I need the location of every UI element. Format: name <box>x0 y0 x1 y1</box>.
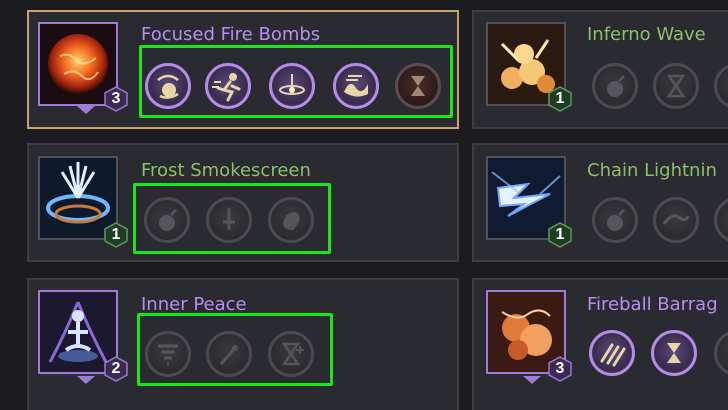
skill-title: Inferno Wave <box>587 24 706 45</box>
skill-level-badge: 3 <box>104 86 128 112</box>
highlight-box <box>133 183 331 254</box>
bomb-icon <box>607 209 625 231</box>
bomb-icon <box>607 75 625 97</box>
hourglass-icon <box>666 74 686 98</box>
skill-level-badge: 1 <box>104 222 128 248</box>
upgrade-node-wave[interactable] <box>653 197 699 243</box>
upgrade-node-hourglass[interactable] <box>651 330 697 376</box>
upgrade-node-triple-dart[interactable] <box>589 330 635 376</box>
upgrade-node-hourglass[interactable] <box>653 63 699 109</box>
skill-level-badge: 1 <box>548 222 572 248</box>
upgrade-node-bomb[interactable] <box>592 197 638 243</box>
selection-notch <box>77 106 95 114</box>
skill-title: Chain Lightnin <box>587 160 717 181</box>
skill-title: Focused Fire Bombs <box>141 24 321 45</box>
skill-title: Fireball Barrag <box>587 294 718 315</box>
hourglass-icon <box>667 343 681 363</box>
selection-notch <box>77 376 95 384</box>
highlight-box <box>137 313 333 386</box>
upgrade-node-bomb[interactable] <box>592 63 638 109</box>
skill-title: Inner Peace <box>141 294 247 315</box>
selection-notch <box>523 376 541 384</box>
skill-level-badge: 1 <box>548 86 572 112</box>
triple-dart-icon <box>600 343 626 367</box>
skill-level-badge: 2 <box>104 356 128 382</box>
skill-title: Frost Smokescreen <box>141 160 311 181</box>
skill-level-badge: 3 <box>548 356 572 382</box>
wave-icon <box>662 214 690 225</box>
highlight-box <box>139 45 453 118</box>
